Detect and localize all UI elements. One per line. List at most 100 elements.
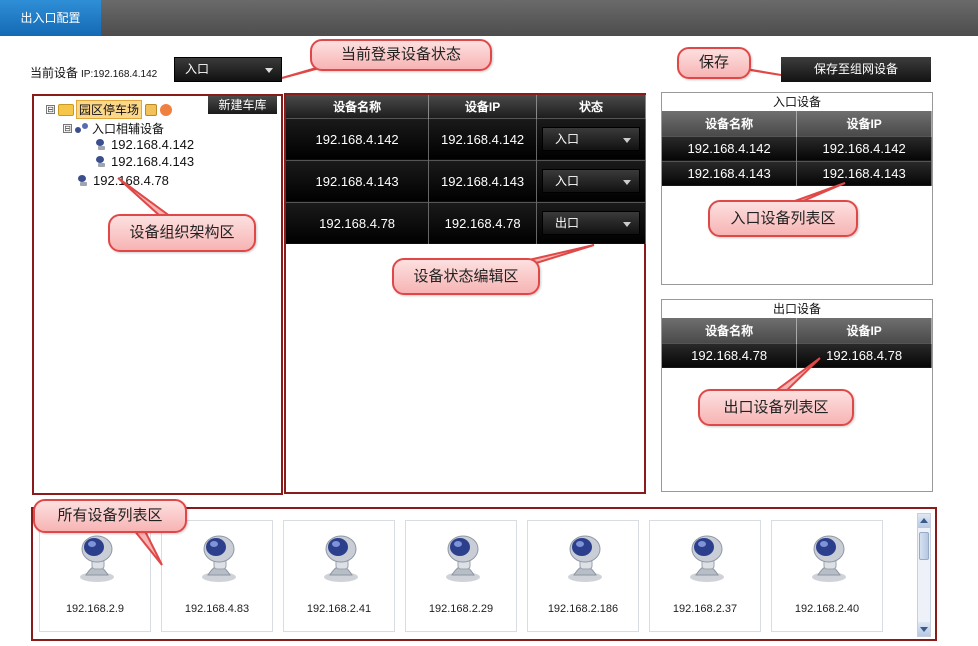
device-org-tree-panel: 新建车库 ⊟ 园区停车场 ⊟ 入口相辅设备 192.168.4.142 192.… xyxy=(32,94,283,495)
device-ip-cell: 192.168.4.143 xyxy=(796,160,932,186)
column-header: 状态 xyxy=(536,95,646,118)
tree-root-label[interactable]: 园区停车场 xyxy=(76,100,143,119)
folder-icon xyxy=(58,103,74,116)
entrance-device-list-panel: 入口设备 设备名称 设备IP 192.168.4.142 192.168.4.1… xyxy=(661,92,933,285)
callout-org-area: 设备组织架构区 xyxy=(108,214,256,252)
status-cell: 入口 xyxy=(536,117,646,160)
current-device-ip: IP:192.168.4.142 xyxy=(81,69,158,80)
status-dropdown[interactable]: 入口 xyxy=(542,169,641,193)
device-name-cell: 192.168.4.143 xyxy=(286,159,430,202)
current-device-status-dropdown[interactable]: 入口 xyxy=(174,57,282,82)
device-ip-label: 192.168.2.186 xyxy=(547,603,619,615)
callout-entrance-area: 入口设备列表区 xyxy=(708,200,858,237)
table-row[interactable]: 192.168.4.143 192.168.4.143 xyxy=(662,160,932,186)
status-dropdown[interactable]: 出口 xyxy=(542,211,641,236)
chevron-down-icon xyxy=(623,222,632,228)
device-ip-cell: 192.168.4.142 xyxy=(796,135,932,161)
collapse-icon[interactable]: ⊟ xyxy=(63,124,72,133)
table-row: 192.168.4.143 192.168.4.143 入口 xyxy=(286,159,646,202)
scroll-up-icon[interactable] xyxy=(918,514,930,528)
table-header-row: 设备名称 设备IP 状态 xyxy=(286,95,646,118)
device-name-cell: 192.168.4.78 xyxy=(286,201,430,244)
callout-status-edit: 设备状态编辑区 xyxy=(392,258,540,295)
device-ip-cell: 192.168.4.78 xyxy=(428,201,538,244)
device-ip-cell: 192.168.4.143 xyxy=(428,159,538,202)
camera-icon xyxy=(562,535,608,583)
status-value: 入口 xyxy=(555,174,580,188)
camera-icon xyxy=(440,535,486,583)
device-ip-label: 192.168.4.83 xyxy=(184,603,250,615)
status-dropdown[interactable]: 入口 xyxy=(542,127,641,151)
column-header: 设备IP xyxy=(428,95,538,118)
chevron-down-icon xyxy=(623,138,632,143)
tree-node-device[interactable]: 192.168.4.142 xyxy=(95,137,194,152)
vertical-scrollbar[interactable] xyxy=(917,513,931,637)
device-name-cell: 192.168.4.142 xyxy=(662,135,798,161)
camera-icon xyxy=(806,535,852,583)
device-name-cell: 192.168.4.142 xyxy=(286,117,430,160)
table-row: 192.168.4.78 192.168.4.78 出口 xyxy=(286,201,646,244)
callout-login-status: 当前登录设备状态 xyxy=(310,39,492,71)
tree-node-device[interactable]: 192.168.4.78 xyxy=(77,173,169,188)
column-header: 设备名称 xyxy=(662,111,798,136)
device-card[interactable]: 192.168.2.41 xyxy=(283,520,395,632)
device-card[interactable]: 192.168.2.29 xyxy=(405,520,517,632)
device-ip-label: 192.168.2.9 xyxy=(65,603,125,615)
status-value: 入口 xyxy=(555,132,580,146)
current-device-label: 当前设备 IP:192.168.4.142 xyxy=(30,64,157,81)
device-ip-cell: 192.168.4.78 xyxy=(796,342,932,368)
current-device-text: 当前设备 xyxy=(30,66,79,80)
entrance-list-title: 入口设备 xyxy=(772,95,821,109)
callout-save: 保存 xyxy=(677,47,751,79)
tree-device-label[interactable]: 192.168.4.78 xyxy=(93,173,169,188)
chevron-down-icon xyxy=(623,180,632,185)
scroll-down-icon[interactable] xyxy=(918,622,930,636)
device-ip-cell: 192.168.4.142 xyxy=(428,117,538,160)
scrollbar-thumb[interactable] xyxy=(919,532,929,560)
new-garage-button[interactable]: 新建车库 xyxy=(208,96,277,114)
save-to-network-button[interactable]: 保存至组网设备 xyxy=(781,57,931,82)
tree-device-label[interactable]: 192.168.4.143 xyxy=(111,154,194,169)
tree-device-label[interactable]: 192.168.4.142 xyxy=(111,137,194,152)
exit-device-table: 设备名称 设备IP 192.168.4.78 192.168.4.78 xyxy=(662,318,932,368)
tree-group-label[interactable]: 入口相辅设备 xyxy=(92,120,164,137)
column-header: 设备名称 xyxy=(286,95,430,118)
camera-icon xyxy=(95,155,107,168)
device-ip-label: 192.168.2.37 xyxy=(672,603,738,615)
collapse-icon[interactable]: ⊟ xyxy=(46,105,55,114)
column-header: 设备IP xyxy=(796,318,932,343)
device-card[interactable]: 192.168.4.83 xyxy=(161,520,273,632)
status-cell: 出口 xyxy=(536,201,646,244)
chevron-down-icon xyxy=(265,67,273,73)
exit-list-title: 出口设备 xyxy=(772,302,821,316)
table-row[interactable]: 192.168.4.78 192.168.4.78 xyxy=(662,342,932,368)
status-cell: 入口 xyxy=(536,159,646,202)
tree-node-device[interactable]: 192.168.4.143 xyxy=(95,154,194,169)
top-tab-bar: 出入口配置 xyxy=(0,0,978,36)
status-value: 出口 xyxy=(555,216,580,231)
table-row: 192.168.4.142 192.168.4.142 入口 xyxy=(286,117,646,160)
tree-node-root[interactable]: ⊟ 园区停车场 xyxy=(46,100,173,119)
camera-icon xyxy=(77,174,89,187)
device-group-icon xyxy=(75,122,89,135)
table-header-row: 设备名称 设备IP xyxy=(662,111,932,136)
camera-icon xyxy=(74,535,120,583)
entrance-device-table: 设备名称 设备IP 192.168.4.142 192.168.4.142 19… xyxy=(662,111,932,186)
delete-icon[interactable] xyxy=(160,103,173,116)
table-row[interactable]: 192.168.4.142 192.168.4.142 xyxy=(662,135,932,161)
tab-entrance-exit-config[interactable]: 出入口配置 xyxy=(0,0,101,36)
device-card[interactable]: 192.168.2.40 xyxy=(771,520,883,632)
camera-icon xyxy=(95,138,107,151)
tree-node-group[interactable]: ⊟ 入口相辅设备 xyxy=(63,120,164,137)
callout-all-devices: 所有设备列表区 xyxy=(33,499,187,533)
device-name-cell: 192.168.4.143 xyxy=(662,160,798,186)
device-card[interactable]: 192.168.2.9 xyxy=(39,520,151,632)
device-ip-label: 192.168.2.29 xyxy=(428,603,494,615)
device-ip-label: 192.168.2.40 xyxy=(794,603,860,615)
device-status-table: 设备名称 设备IP 状态 192.168.4.142 192.168.4.142… xyxy=(286,95,646,244)
device-card[interactable]: 192.168.2.186 xyxy=(527,520,639,632)
app-window: 出入口配置 当前设备 IP:192.168.4.142 入口 保存至组网设备 新建… xyxy=(0,0,978,646)
device-card[interactable]: 192.168.2.37 xyxy=(649,520,761,632)
camera-icon xyxy=(318,535,364,583)
edit-icon[interactable] xyxy=(145,103,158,116)
